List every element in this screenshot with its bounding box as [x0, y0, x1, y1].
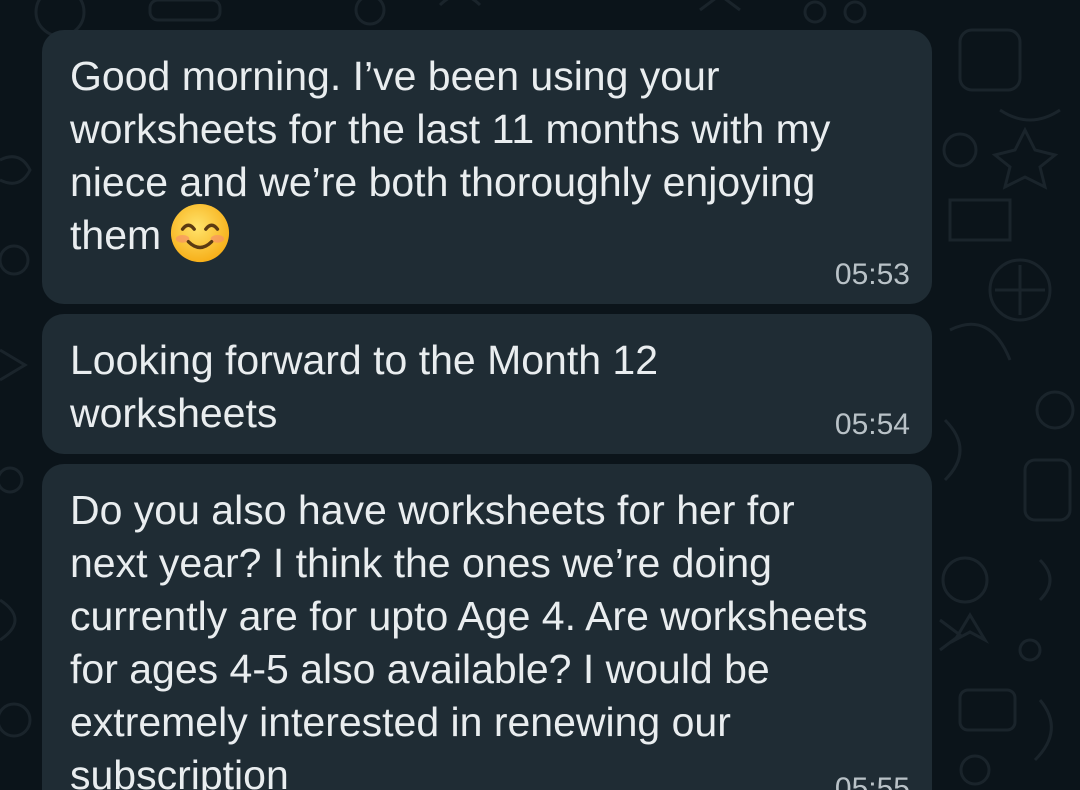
message-timestamp: 05:54	[834, 408, 910, 441]
message-text: Do you also have worksheets for her for …	[70, 487, 880, 790]
message-bubble[interactable]: Do you also have worksheets for her for …	[42, 464, 932, 790]
smiling-face-emoji-icon	[171, 204, 230, 263]
message-bubble[interactable]: Good morning. I’ve been using your works…	[42, 30, 932, 304]
message-bubble[interactable]: Looking forward to the Month 12 workshee…	[42, 314, 932, 454]
message-text: Good morning. I’ve been using your works…	[70, 50, 870, 264]
message-timestamp: 05:53	[834, 258, 910, 291]
message-text: Looking forward to the Month 12 workshee…	[70, 337, 670, 436]
chat-view: Good morning. I’ve been using your works…	[0, 0, 1080, 790]
message-timestamp: 05:55	[834, 772, 910, 790]
